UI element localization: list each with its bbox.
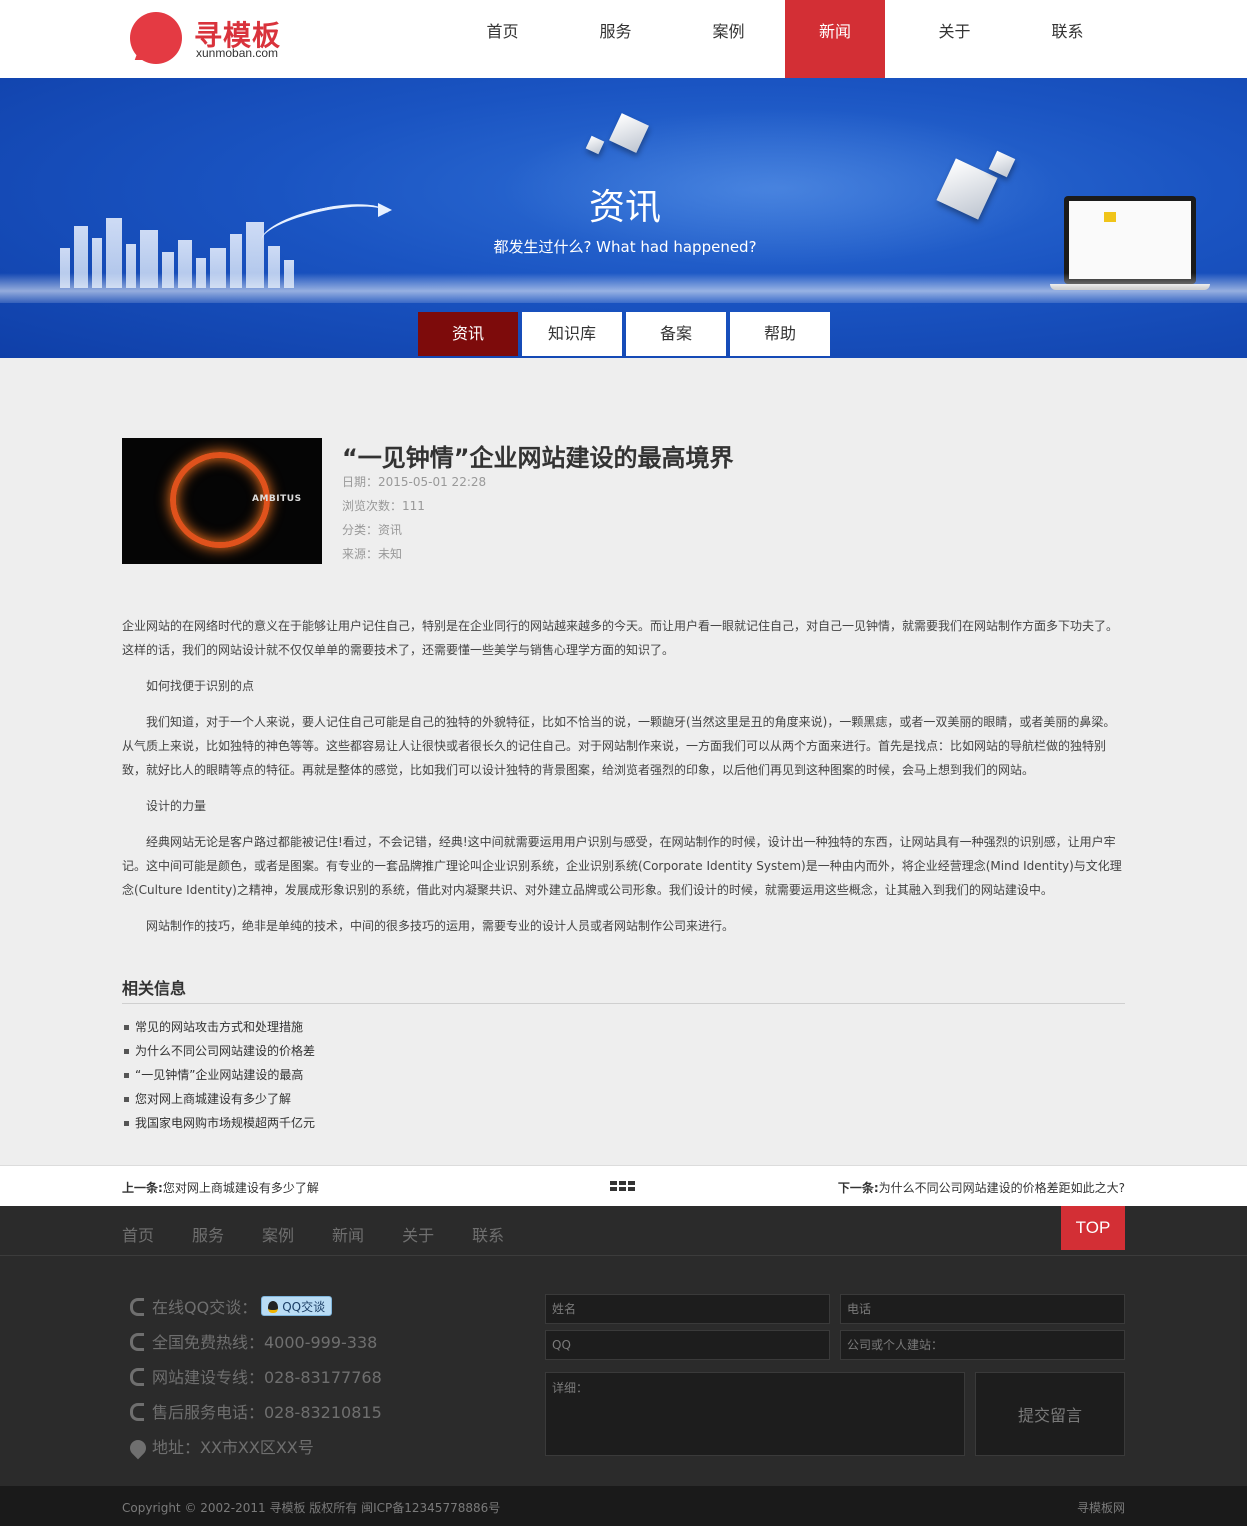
thumbnail-text: AMBITUS <box>252 494 302 504</box>
footer-divider <box>0 1255 1247 1256</box>
copyright-text: Copyright © 2002-2011 寻模板 版权所有 闽ICP备1234… <box>122 1501 501 1515</box>
nav-item-contact[interactable]: 联系 <box>1011 0 1124 78</box>
article-pager: 上一条:您对网上商城建设有多少了解 下一条:为什么不同公司网站建设的价格差距如此… <box>0 1165 1247 1206</box>
banner-title: 资讯 <box>588 187 661 228</box>
subnav-item-news[interactable]: 资讯 <box>418 312 518 356</box>
qq-chat-button[interactable]: QQ交谈 <box>261 1296 333 1316</box>
phone-icon <box>130 1368 144 1386</box>
qq-penguin-icon <box>268 1301 279 1313</box>
contact-qq-label: 在线QQ交谈： <box>152 1298 258 1317</box>
nav-item-home[interactable]: 首页 <box>446 0 559 78</box>
nav-item-news[interactable]: 新闻 <box>785 0 885 78</box>
related-item[interactable]: 常见的网站攻击方式和处理措施 <box>122 1015 315 1039</box>
contact-build-line-text: 网站建设专线：028-83177768 <box>152 1368 382 1387</box>
footer-nav-cases[interactable]: 案例 <box>262 1226 294 1245</box>
article-paragraph: 经典网站无论是客户路过都能被记住!看过，不会记错，经典!这中间就需要运用用户识别… <box>122 835 1122 897</box>
article-category: 分类：资讯 <box>342 523 403 537</box>
article-thumbnail: AMBITUS <box>122 438 322 564</box>
copyright-bar: Copyright © 2002-2011 寻模板 版权所有 闽ICP备1234… <box>0 1486 1247 1526</box>
website-input[interactable] <box>840 1330 1125 1360</box>
related-item[interactable]: 我国家电网购市场规模超两千亿元 <box>122 1111 315 1135</box>
article-content: 企业网站的在网络时代的意义在于能够让用户记住自己，特别是在企业同行的网站越来越多… <box>122 614 1125 950</box>
next-article-link[interactable]: 下一条:为什么不同公司网站建设的价格差距如此之大? <box>838 1179 1125 1196</box>
footer-nav-news[interactable]: 新闻 <box>332 1226 364 1245</box>
subnav-item-help[interactable]: 帮助 <box>730 312 830 356</box>
name-input[interactable] <box>545 1294 830 1324</box>
related-item[interactable]: “一见钟情”企业网站建设的最高 <box>122 1063 315 1087</box>
article-date: 日期：2015-05-01 22:28 <box>342 475 487 489</box>
prev-article-link[interactable]: 上一条:您对网上商城建设有多少了解 <box>122 1179 319 1196</box>
contact-address: 地址：XX市XX区XX号 <box>126 1434 314 1460</box>
back-to-top-button[interactable]: TOP <box>1061 1206 1125 1250</box>
article-subheading: 设计的力量 <box>146 799 207 813</box>
related-title: 相关信息 <box>122 979 187 998</box>
subnav-item-knowledge[interactable]: 知识库 <box>522 312 622 356</box>
phone-icon <box>130 1403 144 1421</box>
prev-label: 上一条: <box>122 1181 163 1195</box>
page-banner: 资讯 都发生过什么? What had happened? 资讯 知识库 备案 … <box>0 78 1247 358</box>
footer-nav-about[interactable]: 关于 <box>402 1226 434 1245</box>
related-item[interactable]: 您对网上商城建设有多少了解 <box>122 1087 315 1111</box>
article-paragraph: 企业网站的在网络时代的意义在于能够让用户记住自己，特别是在企业同行的网站越来越多… <box>122 619 1119 657</box>
list-grid-icon[interactable] <box>610 1181 636 1193</box>
banner-subtitle: 都发生过什么? What had happened? <box>493 238 757 256</box>
footer-brand-link[interactable]: 寻模板网 <box>1077 1499 1125 1516</box>
qq-badge-label: QQ交谈 <box>282 1300 326 1314</box>
contact-build-line: 网站建设专线：028-83177768 <box>130 1364 382 1388</box>
subnav-item-filing[interactable]: 备案 <box>626 312 726 356</box>
contact-address-text: 地址：XX市XX区XX号 <box>152 1438 314 1457</box>
article-paragraph: 网站制作的技巧，绝非是单纯的技术，中间的很多技巧的运用，需要专业的设计人员或者网… <box>146 919 735 933</box>
location-pin-icon <box>126 1436 150 1460</box>
site-logo[interactable]: 寻模板 xunmoban.com <box>130 10 300 66</box>
main-nav: 首页 服务 案例 新闻 关于 联系 <box>446 0 1124 78</box>
banner-glow <box>0 273 1247 303</box>
qq-input[interactable] <box>545 1330 830 1360</box>
contact-service-line-text: 售后服务电话：028-83210815 <box>152 1403 382 1422</box>
related-item[interactable]: 为什么不同公司网站建设的价格差 <box>122 1039 315 1063</box>
submit-message-button[interactable]: 提交留言 <box>975 1372 1125 1456</box>
footer-nav-home[interactable]: 首页 <box>122 1226 154 1245</box>
site-header: 寻模板 xunmoban.com 首页 服务 案例 新闻 关于 联系 <box>0 0 1247 78</box>
logo-mark-icon <box>130 12 182 64</box>
contact-hotline: 全国免费热线：4000-999-338 <box>130 1329 377 1353</box>
next-label: 下一条: <box>837 1181 879 1195</box>
phone-icon <box>130 1298 144 1316</box>
article-title: “一见钟情”企业网站建设的最高境界 <box>342 444 734 472</box>
nav-item-services[interactable]: 服务 <box>559 0 672 78</box>
related-divider <box>122 1003 1125 1004</box>
site-footer: 首页 服务 案例 新闻 关于 联系 TOP 在线QQ交谈： QQ交谈 全国免费热线… <box>0 1206 1247 1486</box>
prev-title: 您对网上商城建设有多少了解 <box>162 1181 319 1195</box>
contact-qq: 在线QQ交谈： QQ交谈 <box>130 1294 333 1318</box>
detail-textarea[interactable] <box>545 1372 965 1456</box>
sub-nav: 资讯 知识库 备案 帮助 <box>418 312 834 356</box>
nav-item-about[interactable]: 关于 <box>898 0 1011 78</box>
arrow-head-graphic <box>378 203 392 217</box>
footer-nav-contact[interactable]: 联系 <box>472 1226 504 1245</box>
contact-service-line: 售后服务电话：028-83210815 <box>130 1399 382 1423</box>
nav-item-cases[interactable]: 案例 <box>672 0 785 78</box>
phone-input[interactable] <box>840 1294 1125 1324</box>
article-paragraph: 我们知道，对于一个人来说，要人记住自己可能是自己的独特的外貌特征，比如不恰当的说… <box>122 715 1116 777</box>
phone-icon <box>130 1333 144 1351</box>
footer-nav: 首页 服务 案例 新闻 关于 联系 <box>122 1222 542 1246</box>
logo-domain: xunmoban.com <box>196 46 279 60</box>
article-views: 浏览次数：111 <box>342 499 425 513</box>
article-source: 来源：未知 <box>342 547 403 561</box>
article-subheading: 如何找便于识别的点 <box>146 679 255 693</box>
contact-hotline-text: 全国免费热线：4000-999-338 <box>152 1333 378 1352</box>
next-title: 为什么不同公司网站建设的价格差距如此之大? <box>878 1181 1125 1195</box>
footer-nav-services[interactable]: 服务 <box>192 1226 224 1245</box>
related-list: 常见的网站攻击方式和处理措施 为什么不同公司网站建设的价格差 “一见钟情”企业网… <box>122 1015 315 1135</box>
